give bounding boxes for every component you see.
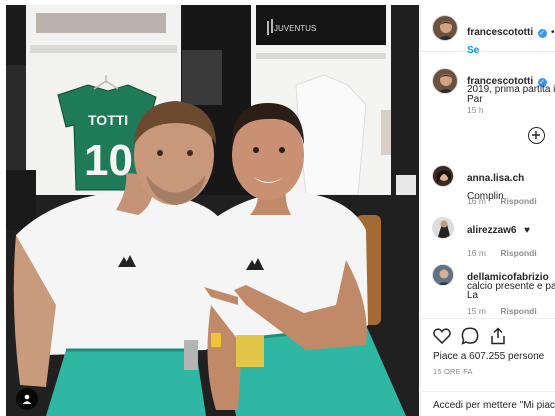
reply-button[interactable]: Rispondi xyxy=(500,196,536,206)
verified-badge-icon: ✓ xyxy=(537,29,547,38)
comment-avatar[interactable] xyxy=(432,217,454,239)
author-avatar[interactable] xyxy=(432,15,458,41)
heart-icon[interactable] xyxy=(433,328,451,344)
heart-icon: ♥ xyxy=(523,225,530,236)
post-side-panel: francescototti ✓ • Se francescototti ✓ P… xyxy=(420,5,555,416)
likes-count[interactable]: Piace a 607.255 persone xyxy=(433,351,544,362)
follow-button[interactable]: Se xyxy=(467,45,479,56)
user-tag-button[interactable] xyxy=(16,388,38,410)
caption-text-line1: Par xyxy=(467,94,483,105)
comment-bubble-icon[interactable] xyxy=(461,327,479,345)
jersey-number: 10 xyxy=(84,136,133,185)
comment-text-line2: calcio presente e pas xyxy=(467,281,555,292)
comment-avatar[interactable] xyxy=(432,165,454,187)
user-tag-icon xyxy=(22,394,32,404)
comment-time: 16 m xyxy=(467,196,486,206)
caption-text-line2: 2019, prima partita in xyxy=(467,84,555,95)
post-photo[interactable]: TOTTI 10 JUVENTUS xyxy=(6,5,419,416)
plus-circle-icon xyxy=(532,131,540,139)
comment-time: 15 m xyxy=(467,306,486,316)
locker-brand: JUVENTUS xyxy=(274,24,316,33)
comment-time: 16 m xyxy=(467,248,486,258)
comment-username[interactable]: anna.lisa.ch xyxy=(467,173,524,184)
author-username[interactable]: francescototti xyxy=(467,27,533,38)
reply-button[interactable]: Rispondi xyxy=(500,248,536,258)
share-icon[interactable] xyxy=(489,327,507,345)
jersey-name: TOTTI xyxy=(88,112,128,128)
post-header: francescototti ✓ • Se xyxy=(421,5,555,56)
post-timestamp: 15 ORE FA xyxy=(433,367,473,376)
comment-username[interactable]: alirezzaw6 xyxy=(467,225,516,236)
caption-avatar[interactable] xyxy=(432,68,458,94)
load-more-comments-button[interactable] xyxy=(528,127,545,144)
add-comment-prompt[interactable]: Accedi per mettere "Mi piac xyxy=(421,391,555,416)
caption-time: 15 h xyxy=(467,105,484,115)
author-name-row: francescototti ✓ • Se xyxy=(467,27,555,56)
locker-room-photo: TOTTI 10 JUVENTUS xyxy=(6,5,419,416)
comment-avatar[interactable] xyxy=(432,264,454,286)
reply-button[interactable]: Rispondi xyxy=(500,306,536,316)
post-actions: Piace a 607.255 persone 15 ORE FA Accedi… xyxy=(421,318,555,416)
